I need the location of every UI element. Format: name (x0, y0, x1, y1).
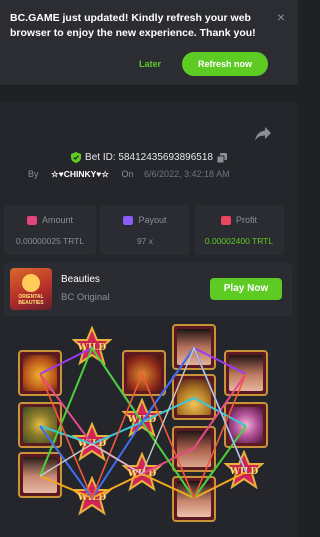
bet-id-text: Bet ID: 58412435693896518 (85, 152, 213, 163)
stat-payout: Payout 97 x (100, 205, 190, 255)
game-row: ORIENTAL BEAUTIES Beauties BC Original P… (4, 262, 292, 316)
later-button[interactable]: Later (132, 55, 168, 73)
game-provider: BC Original (61, 292, 110, 303)
game-name: Beauties (61, 274, 100, 285)
payout-icon (123, 216, 134, 226)
payout-label: Payout (138, 215, 167, 225)
bet-byline: By ☆♥CHINKY♥☆ On 6/6/2022, 3:42:18 AM (28, 169, 230, 181)
shield-check-icon (71, 152, 82, 163)
profit-icon (220, 216, 231, 226)
stat-amount: Amount 0.00000025 TRTL (4, 205, 96, 255)
payout-value: 97 x (136, 236, 154, 246)
bet-id: Bet ID: 58412435693896518 (0, 152, 298, 166)
thumb-sun-icon (22, 274, 40, 292)
paylines-overlay (39, 345, 247, 501)
refresh-now-button[interactable]: Refresh now (182, 52, 268, 76)
amount-icon (26, 216, 37, 226)
bet-datetime: 6/6/2022, 3:42:18 AM (144, 169, 230, 179)
thumb-title: ORIENTAL BEAUTIES (18, 294, 44, 306)
copy-icon[interactable] (216, 152, 227, 163)
stat-profit: Profit 0.00002400 TRTL (194, 205, 284, 255)
slot-reels: WILD WILD WILD WILD WILD WILD (0, 318, 298, 537)
notification-message: BC.GAME just updated! Kindly refresh you… (10, 12, 256, 39)
amount-label: Amount (41, 215, 74, 225)
update-notification: BC.GAME just updated! Kindly refresh you… (0, 0, 298, 86)
profit-value: 0.00002400 TRTL (204, 236, 274, 246)
share-icon[interactable] (254, 126, 272, 142)
play-now-button[interactable]: Play Now (210, 278, 282, 300)
amount-value: 0.00000025 TRTL (15, 236, 85, 246)
profit-label: Profit (235, 215, 257, 225)
close-icon[interactable]: × (274, 10, 288, 24)
player-name[interactable]: ☆♥CHINKY♥☆ (51, 169, 109, 179)
on-label: On (121, 169, 134, 179)
by-label: By (28, 169, 39, 179)
game-thumbnail[interactable]: ORIENTAL BEAUTIES (10, 268, 52, 310)
